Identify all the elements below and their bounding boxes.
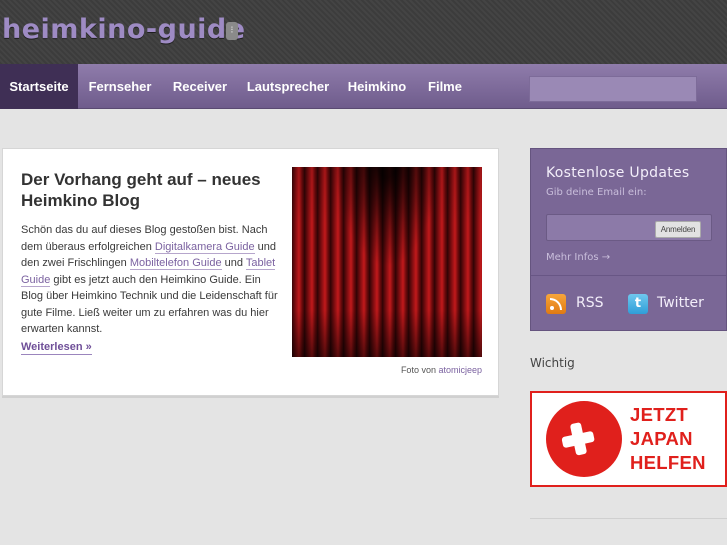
subscribe-button[interactable]: Anmelden (655, 221, 701, 238)
link-mobiltelefon-guide[interactable]: Mobiltelefon Guide (129, 257, 222, 270)
post-excerpt: Schön das du auf dieses Blog gestoßen bi… (21, 222, 285, 338)
twitter-link[interactable]: Twitter (657, 295, 704, 311)
nav-item-fernseher[interactable]: Fernseher (80, 64, 160, 109)
post-text: und (221, 257, 246, 269)
nav-item-filme[interactable]: Filme (418, 64, 472, 109)
divider (531, 275, 726, 276)
updates-widget: Kostenlose Updates Gib deine Email ein: … (530, 148, 727, 331)
read-more-link[interactable]: Weiterlesen » (21, 340, 92, 355)
rss-icon[interactable] (546, 294, 566, 314)
banner-line-3: HELFEN (630, 452, 706, 473)
post-title[interactable]: Der Vorhang geht auf – neues Heimkino Bl… (21, 169, 283, 211)
japan-help-banner[interactable]: JETZT JAPAN HELFEN (530, 391, 727, 487)
site-logo[interactable]: heimkino-guide (2, 14, 246, 45)
nav-item-lautsprecher[interactable]: Lautsprecher (240, 64, 336, 109)
banner-text: JETZT JAPAN HELFEN (630, 403, 722, 475)
main-nav: Startseite Fernseher Receiver Lautsprech… (0, 64, 727, 109)
search-input[interactable] (529, 76, 697, 102)
nav-item-heimkino[interactable]: Heimkino (340, 64, 414, 109)
photo-credit-prefix: Foto von (400, 365, 439, 375)
rss-link[interactable]: RSS (576, 295, 604, 311)
divider (530, 518, 727, 519)
banner-line-2: JAPAN (630, 428, 693, 449)
more-info-link[interactable]: Mehr Infos → (546, 252, 610, 263)
banner-line-1: JETZT (630, 404, 689, 425)
post-text: gibt es jetzt auch den Heimkino Guide. E… (21, 273, 278, 336)
photo-credit: Foto von atomicjeep (383, 365, 482, 375)
updates-title: Kostenlose Updates (546, 165, 690, 181)
curtain-photo[interactable] (292, 167, 482, 357)
nav-item-startseite[interactable]: Startseite (0, 64, 78, 109)
nav-item-receiver[interactable]: Receiver (164, 64, 236, 109)
link-digitalkamera-guide[interactable]: Digitalkamera Guide (154, 240, 255, 254)
post-card: Der Vorhang geht auf – neues Heimkino Bl… (2, 148, 499, 396)
updates-hint: Gib deine Email ein: (546, 187, 647, 198)
plus-icon (559, 420, 597, 458)
twitter-icon[interactable]: t (628, 294, 648, 314)
section-label-wichtig: Wichtig (530, 356, 575, 370)
site-header: heimkino-guide ⁝ (0, 0, 727, 64)
logo-badge: ⁝ (226, 22, 238, 40)
photo-credit-link[interactable]: atomicjeep (438, 365, 482, 375)
